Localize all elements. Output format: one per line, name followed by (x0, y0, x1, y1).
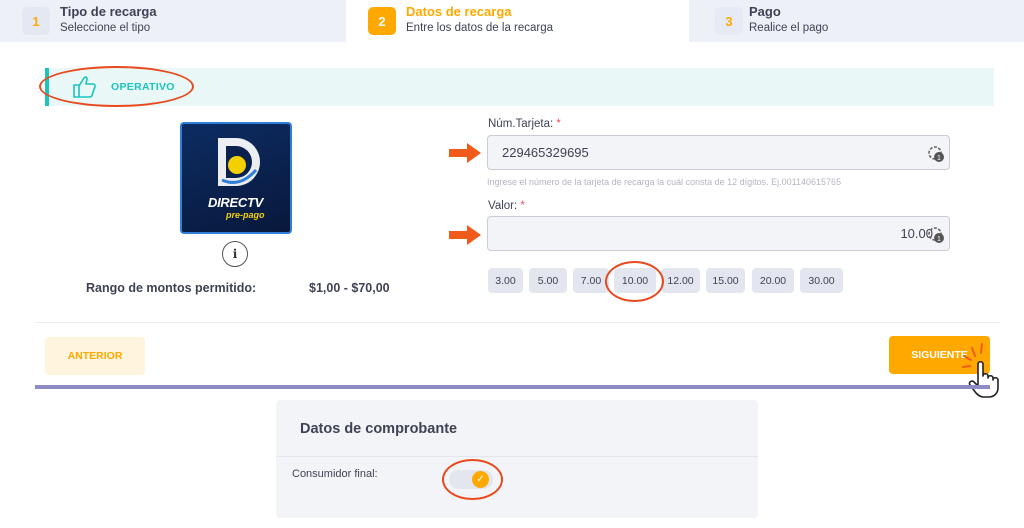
step-subtitle: Entre los datos de la recarga (406, 22, 554, 34)
amount-option[interactable]: 20.00 (752, 268, 794, 293)
annotation-circle (442, 459, 503, 500)
settings-badge-icon[interactable]: 1 (927, 145, 945, 168)
settings-badge-icon[interactable]: 1 (927, 226, 945, 249)
logo-subtext: pre-pago (226, 210, 265, 220)
card-number-hint: Ingrese el número de la tarjeta de recar… (487, 177, 842, 187)
amount-field[interactable]: 1 (487, 216, 950, 251)
arrow-right-icon (449, 225, 481, 245)
step-title: Tipo de recarga (60, 4, 157, 19)
receipt-card: Datos de comprobante Consumidor final: ✓ (276, 400, 758, 518)
amount-option[interactable]: 30.00 (800, 268, 843, 293)
amount-option[interactable]: 15.00 (706, 268, 745, 293)
divider (276, 456, 758, 457)
amount-label: Valor: * (488, 200, 525, 212)
card-number-field[interactable]: 1 (487, 135, 950, 170)
step-number: 3 (715, 7, 743, 35)
step-tipo-de-recarga[interactable]: 1 Tipo de recarga Seleccione el tipo (0, 0, 346, 42)
divider (35, 322, 1000, 323)
stepper: 1 Tipo de recarga Seleccione el tipo 2 D… (0, 0, 1024, 42)
card-number-label: Núm.Tarjeta: * (488, 118, 561, 130)
card-number-input[interactable] (488, 136, 949, 169)
step-number: 1 (22, 7, 50, 35)
consumer-final-label: Consumidor final: (292, 468, 378, 480)
amount-option[interactable]: 3.00 (488, 268, 523, 293)
step-datos-de-recarga[interactable]: 2 Datos de recarga Entre los datos de la… (346, 0, 689, 42)
pointer-hand-icon (962, 343, 999, 398)
step-number: 2 (368, 7, 396, 35)
step-subtitle: Seleccione el tipo (60, 22, 151, 34)
amount-input[interactable] (488, 217, 949, 250)
section-divider (35, 385, 990, 389)
svg-text:1: 1 (937, 155, 941, 162)
annotation-circle (605, 261, 664, 302)
amount-option[interactable]: 7.00 (573, 268, 609, 293)
logo-text: DIRECTV (208, 195, 263, 210)
range-value: $1,00 - $70,00 (309, 281, 390, 295)
step-title: Datos de recarga (406, 4, 512, 19)
amount-option[interactable]: 5.00 (529, 268, 567, 293)
previous-button[interactable]: ANTERIOR (45, 337, 145, 375)
receipt-title: Datos de comprobante (300, 421, 458, 437)
step-pago[interactable]: 3 Pago Realice el pago (689, 0, 1024, 42)
svg-text:1: 1 (937, 236, 941, 243)
info-icon[interactable]: i (222, 241, 248, 267)
arrow-right-icon (449, 143, 481, 163)
range-label: Rango de montos permitido: (86, 281, 257, 295)
directv-logo: DIRECTV pre-pago (180, 122, 292, 234)
amount-option[interactable]: 12.00 (661, 268, 700, 293)
step-title: Pago (749, 4, 781, 19)
step-subtitle: Realice el pago (749, 22, 829, 34)
annotation-circle (39, 66, 194, 107)
